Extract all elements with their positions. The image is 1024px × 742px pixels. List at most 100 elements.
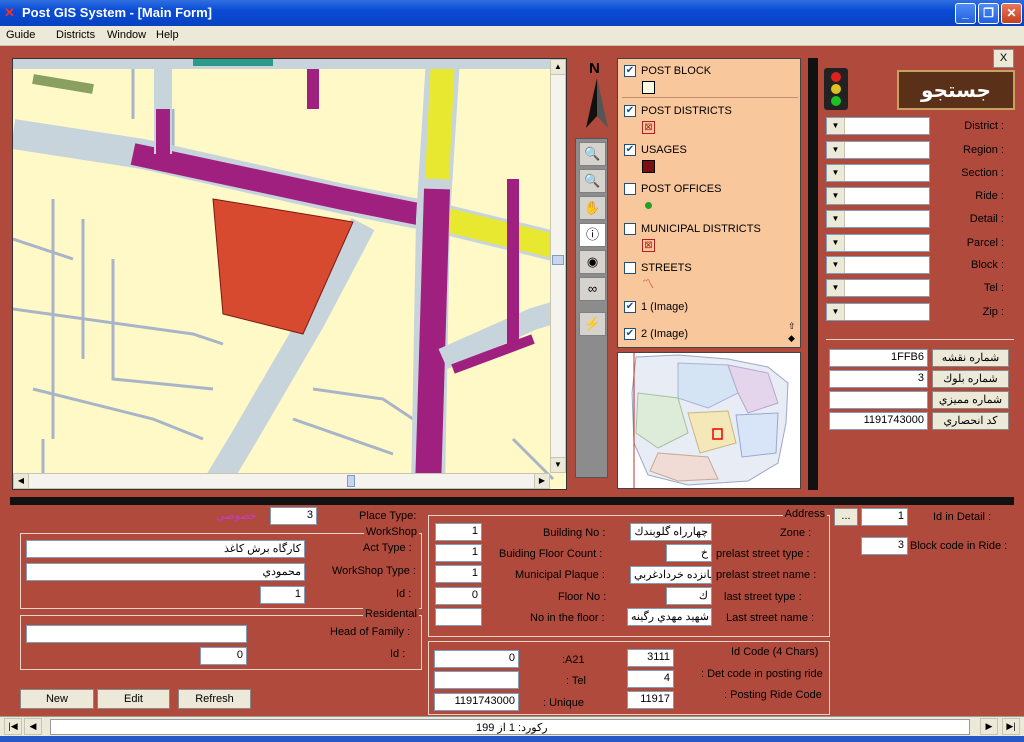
posting-ride-code-field[interactable]: 11917 [627,691,674,709]
map-view[interactable]: ▲ ▼ ◀ ▶ [12,58,567,490]
no-in-floor-field[interactable] [435,608,482,626]
checkbox-checked[interactable]: ✔ [624,301,636,313]
det-code-field[interactable]: 4 [627,670,674,688]
previous-record-icon[interactable]: ◀ [24,718,42,735]
zoom-out-icon[interactable]: 🔍 [579,169,606,193]
info-icon[interactable]: ⓘ [579,223,606,247]
block-code-ride-label: Block code in Ride : [910,540,1008,552]
binoculars-icon[interactable]: ∞ [579,277,606,301]
zoom-in-icon[interactable]: 🔍 [579,142,606,166]
vertical-scroll-thumb[interactable] [552,255,564,265]
chevron-down-icon[interactable]: ▼ [827,188,845,204]
id-in-detail-field[interactable]: 1 [861,508,908,526]
chevron-down-icon[interactable]: ▼ [827,280,845,296]
scroll-right-button[interactable]: ▶ [534,473,550,489]
place-type-field[interactable]: 3 [270,507,317,525]
globe-icon[interactable]: ◉ [579,250,606,274]
maximize-button[interactable]: ❐ [978,3,999,24]
menu-guide[interactable]: Guide [6,29,35,41]
block-code-ride-field[interactable]: 3 [861,537,908,555]
checkbox-unchecked[interactable] [624,183,636,195]
checkbox-checked[interactable]: ✔ [624,65,636,77]
section-divider [10,497,1014,505]
search-button[interactable]: جستجو [897,70,1015,110]
map-number-field[interactable]: 1FFB6 [829,349,928,367]
last-street-name-field[interactable]: شهيد مهدي رگينه [627,608,712,626]
first-record-icon[interactable]: |◀ [4,718,22,735]
menu-help[interactable]: Help [156,29,179,41]
chevron-down-icon[interactable]: ▼ [827,118,845,134]
checkbox-unchecked[interactable] [624,223,636,235]
layers-panel: ✔ POST BLOCK ✔ POST DISTRICTS ⊠ ✔ USAGES… [617,58,801,348]
workshop-id-field[interactable]: 1 [260,586,305,604]
map-horizontal-scrollbar[interactable]: ◀ ▶ [13,473,550,489]
detail-dropdown[interactable]: ▼ [826,210,930,228]
tel-field[interactable] [434,671,519,689]
map-canvas[interactable] [13,59,566,489]
horizontal-scroll-thumb[interactable] [347,475,355,487]
checkbox-checked[interactable]: ✔ [624,328,636,340]
scroll-left-button[interactable]: ◀ [13,473,29,489]
map-vertical-scrollbar[interactable]: ▲ ▼ [550,59,566,473]
municipal-plaque-field[interactable]: 1 [435,565,482,583]
pan-hand-icon[interactable]: ✋ [579,196,606,220]
chevron-down-icon[interactable]: ▼ [827,304,845,320]
ride-dropdown[interactable]: ▼ [826,187,930,205]
next-record-icon[interactable]: ▶ [980,718,998,735]
prelast-street-name-field[interactable]: پانزده خردادغربي [630,566,712,584]
overview-map[interactable] [617,352,801,489]
building-no-field[interactable]: 1 [435,523,482,541]
chevron-down-icon[interactable]: ▼ [827,235,845,251]
new-button[interactable]: New [20,689,94,709]
traffic-light-icon [824,68,848,110]
audit-number-field[interactable] [829,391,928,409]
chevron-down-icon[interactable]: ▼ [827,211,845,227]
zip-dropdown[interactable]: ▼ [826,303,930,321]
menu-districts[interactable]: Districts [56,29,95,41]
scroll-down-button[interactable]: ▼ [550,457,566,473]
a21-field[interactable]: 0 [434,650,519,668]
head-of-family-field[interactable] [26,625,247,643]
chevron-down-icon[interactable]: ▼ [827,257,845,273]
prelast-street-type-field[interactable]: خ [666,544,712,562]
refresh-button[interactable]: Refresh [178,689,251,709]
zone-field[interactable]: چهارراه گلوبندك [630,523,712,541]
minimize-button[interactable]: _ [955,3,976,24]
last-record-icon[interactable]: ▶| [1002,718,1020,735]
floor-count-field[interactable]: 1 [435,544,482,562]
scroll-up-button[interactable]: ▲ [550,59,566,75]
prelast-street-name-label: prelast street name : [716,569,817,581]
browse-button[interactable]: ... [834,508,858,526]
edit-button[interactable]: Edit [97,689,170,709]
act-type-field[interactable]: كارگاه برش كاغذ [26,540,305,558]
block-label: Block : [970,259,1004,271]
residental-id-field[interactable]: 0 [200,647,247,665]
overview-map-canvas[interactable] [618,353,800,488]
chevron-down-icon[interactable]: ▼ [827,142,845,158]
floor-no-field[interactable]: 0 [435,587,482,605]
unique-field[interactable]: 1191743000 [434,693,519,711]
scroll-down-icon[interactable]: ◆ [788,333,795,344]
title-bar: ✕ Post GIS System - [Main Form] _ ❐ ✕ [0,0,1024,26]
tel-dropdown[interactable]: ▼ [826,279,930,297]
checkbox-unchecked[interactable] [624,262,636,274]
region-dropdown[interactable]: ▼ [826,141,930,159]
exclusive-code-field[interactable]: 1191743000 [829,412,928,430]
id-code-field[interactable]: 3111 [627,649,674,667]
workshop-type-field[interactable]: محمودي [26,563,305,581]
close-window-button[interactable]: ✕ [1001,3,1022,24]
checkbox-checked[interactable]: ✔ [624,144,636,156]
menu-window[interactable]: Window [107,29,146,41]
lightning-icon[interactable]: ⚡ [579,312,606,336]
chevron-down-icon[interactable]: ▼ [827,165,845,181]
close-panel-button[interactable]: X [993,49,1014,68]
block-dropdown[interactable]: ▼ [826,256,930,274]
section-dropdown[interactable]: ▼ [826,164,930,182]
record-scroll-track[interactable]: ركورد: 1 از 199 [50,719,970,735]
block-number-field[interactable]: 3 [829,370,928,388]
district-dropdown[interactable]: ▼ [826,117,930,135]
checkbox-checked[interactable]: ✔ [624,105,636,117]
parcel-dropdown[interactable]: ▼ [826,234,930,252]
scroll-up-icon[interactable]: ⇧ [788,321,796,332]
last-street-type-field[interactable]: ك [666,587,712,605]
